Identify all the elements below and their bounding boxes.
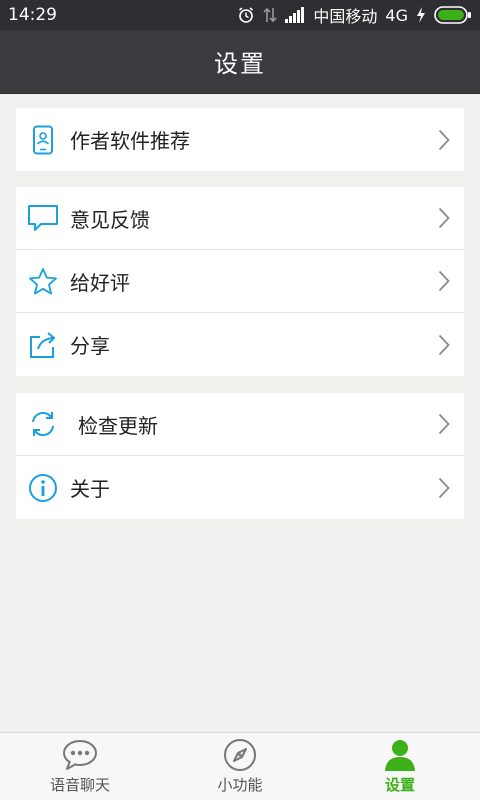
signal-icon <box>285 7 305 23</box>
chevron-right-icon <box>424 187 464 250</box>
chevron-right-icon <box>424 393 464 456</box>
nav-tab-tools[interactable]: 小功能 <box>160 733 320 800</box>
data-arrows-icon <box>263 6 277 24</box>
status-time: 14:29 <box>8 5 57 25</box>
carrier-name: 中国移动 <box>313 7 378 26</box>
settings-item-label: 作者软件推荐 <box>70 129 190 153</box>
phone-profile-icon <box>16 108 70 171</box>
share-icon <box>16 313 70 376</box>
status-bar: 14:29 中国移动 4G <box>0 0 480 30</box>
settings-item-label: 检查更新 <box>78 413 158 438</box>
settings-item-label: 关于 <box>70 477 110 501</box>
user-icon <box>384 738 416 772</box>
battery-icon <box>434 6 472 24</box>
nav-tab-voice-chat[interactable]: 语音聊天 <box>0 733 160 800</box>
refresh-icon <box>16 393 70 456</box>
settings-item-about[interactable]: 关于 <box>16 456 464 519</box>
settings-item-label: 给好评 <box>70 270 130 295</box>
settings-item-feedback[interactable]: 意见反馈 <box>16 187 464 250</box>
info-icon <box>16 456 70 519</box>
nav-tab-settings[interactable]: 设置 <box>320 733 480 800</box>
compass-icon <box>223 738 257 772</box>
alarm-icon <box>237 6 255 24</box>
settings-item-label: 分享 <box>70 334 110 358</box>
nav-tab-label: 设置 <box>384 776 415 794</box>
chevron-right-icon <box>424 108 464 171</box>
settings-item-share[interactable]: 分享 <box>16 313 464 376</box>
settings-group-app: 检查更新 关于 <box>16 393 464 519</box>
chat-dots-icon <box>62 738 98 772</box>
settings-item-check-update[interactable]: 检查更新 <box>16 393 464 456</box>
nav-tab-label: 小功能 <box>217 776 263 794</box>
chevron-right-icon <box>424 313 464 376</box>
settings-item-rate[interactable]: 给好评 <box>16 250 464 313</box>
chat-bubble-icon <box>16 187 70 250</box>
header: 设置 <box>0 30 480 94</box>
bottom-nav: 语音聊天 小功能 设置 <box>0 732 480 800</box>
settings-item-label: 意见反馈 <box>70 207 150 232</box>
settings-item-author-apps[interactable]: 作者软件推荐 <box>16 108 464 171</box>
network-type: 4G <box>385 5 408 25</box>
chevron-right-icon <box>424 456 464 519</box>
settings-group-recommend: 作者软件推荐 <box>16 108 464 171</box>
nav-tab-label: 语音聊天 <box>49 776 110 794</box>
status-indicators: 中国移动 4G <box>237 3 472 27</box>
page-title: 设置 <box>214 50 266 78</box>
star-icon <box>16 250 70 313</box>
chevron-right-icon <box>424 250 464 313</box>
charging-icon <box>416 7 426 23</box>
settings-group-feedback: 意见反馈 给好评 分享 <box>16 187 464 376</box>
